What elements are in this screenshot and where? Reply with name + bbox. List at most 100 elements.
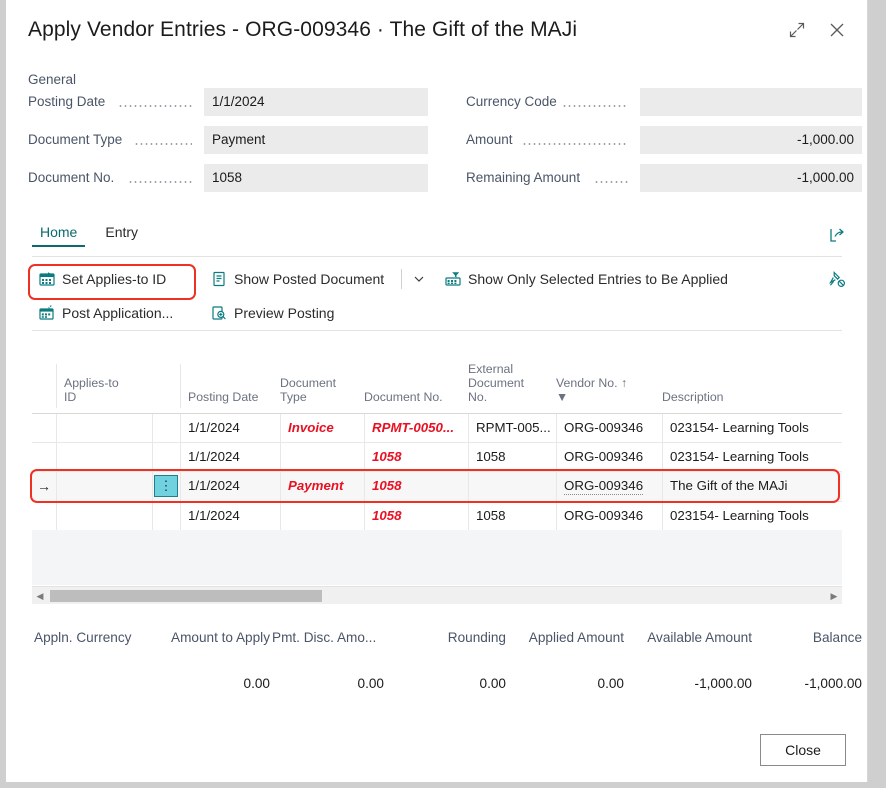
field-row-1: Posting Date 1/1/2024 Currency Code [6, 88, 867, 126]
unpin-icon[interactable] [824, 266, 850, 292]
cell-applies-to-id[interactable] [56, 472, 152, 500]
close-button[interactable]: Close [760, 734, 846, 766]
leader-dots [128, 181, 192, 183]
bottom-gutter [0, 782, 886, 788]
total-header-appln-currency: Appln. Currency [34, 630, 132, 645]
general-section-label: General [28, 72, 77, 87]
total-value-rounding: 0.00 [479, 676, 506, 691]
total-header-available-amount: Available Amount [647, 630, 752, 645]
total-value-appln-currency [34, 674, 154, 694]
cell-document-type[interactable]: Invoice [280, 414, 364, 442]
cell-posting-date[interactable]: 1/1/2024 [180, 472, 280, 500]
cell-vendor-no[interactable]: ORG-009346 [556, 414, 662, 442]
column-header-posting-date[interactable]: Posting Date [188, 390, 280, 404]
cell-external-document-no[interactable] [468, 472, 556, 500]
cell-posting-date[interactable]: 1/1/2024 [180, 502, 280, 530]
cell-document-type[interactable]: Payment [280, 472, 364, 500]
table-row[interactable]: 1/1/2024 1058 1058 ORG-009346 023154- Le… [32, 502, 842, 531]
chevron-down-icon[interactable] [406, 264, 432, 294]
cell-document-no[interactable]: 1058 [364, 443, 468, 471]
cell-applies-to-id[interactable] [56, 443, 152, 471]
share-icon[interactable] [824, 222, 850, 248]
filter-icon[interactable]: ▼ [556, 390, 568, 404]
cell-external-document-no[interactable]: 1058 [468, 443, 556, 471]
table-row-selected[interactable]: → ⋮ 1/1/2024 Payment 1058 ORG-009346 The… [32, 472, 842, 502]
cell-external-document-no[interactable]: RPMT-005... [468, 414, 556, 442]
cell-description[interactable]: 023154- Learning Tools [662, 414, 842, 442]
remaining-amount-label: Remaining Amount [466, 170, 581, 185]
total-value-balance: -1,000.00 [804, 676, 862, 691]
cell-vendor-no[interactable]: ORG-009346 [556, 502, 662, 530]
amount-input[interactable]: -1,000.00 [640, 126, 862, 154]
ribbon-divider-bottom [32, 330, 842, 331]
cell-document-no[interactable]: 1058 [364, 472, 468, 500]
scrollbar-thumb[interactable] [50, 590, 322, 602]
column-header-applies-to-id[interactable]: Applies-to ID [64, 376, 164, 404]
leader-dots [118, 105, 192, 107]
cell-applies-to-id[interactable] [56, 502, 152, 530]
cell-document-type[interactable] [280, 443, 364, 471]
apply-vendor-entries-dialog: Apply Vendor Entries - ORG-009346 · The … [6, 0, 868, 782]
table-row[interactable]: 1/1/2024 1058 1058 ORG-009346 023154- Le… [32, 443, 842, 472]
row-menu-dots-icon[interactable]: ⋮ [154, 475, 178, 497]
remaining-amount-input[interactable]: -1,000.00 [640, 164, 862, 192]
currency-code-input[interactable] [640, 88, 862, 116]
document-no-label-cell: Document No. [28, 164, 198, 192]
set-applies-to-id-button[interactable]: Set Applies-to ID [32, 264, 172, 294]
cell-description[interactable]: 023154- Learning Tools [662, 443, 842, 471]
dialog-footer: Close [6, 724, 867, 782]
ribbon: Home Entry Set Applies-to ID Show Posted… [6, 222, 867, 332]
preview-posting-icon [210, 305, 227, 322]
post-application-label: Post Application... [62, 305, 174, 321]
column-header-vendor-no[interactable]: Vendor No. ↑ ▼ [556, 376, 662, 404]
expand-diagonal-icon[interactable] [785, 18, 809, 42]
cell-vendor-no[interactable]: ORG-009346 [556, 472, 662, 500]
screen-root: Apply Vendor Entries - ORG-009346 · The … [0, 0, 886, 788]
cell-posting-date[interactable]: 1/1/2024 [180, 443, 280, 471]
cell-vendor-no[interactable]: ORG-009346 [556, 443, 662, 471]
total-header-applied-amount: Applied Amount [528, 630, 624, 645]
cell-posting-date[interactable]: 1/1/2024 [180, 414, 280, 442]
preview-posting-label: Preview Posting [234, 305, 335, 321]
show-only-selected-entries-label: Show Only Selected Entries to Be Applied [468, 271, 728, 287]
show-only-selected-entries-button[interactable]: Show Only Selected Entries to Be Applied [438, 264, 734, 294]
post-application-button[interactable]: Post Application... [32, 298, 179, 328]
tab-home[interactable]: Home [32, 222, 86, 247]
preview-posting-button[interactable]: Preview Posting [204, 298, 340, 328]
total-value-amount-to-apply: 0.00 [243, 676, 270, 691]
cell-description[interactable]: 023154- Learning Tools [662, 502, 842, 530]
column-header-document-no[interactable]: Document No. [364, 390, 474, 404]
amount-label: Amount [466, 132, 513, 147]
column-header-description[interactable]: Description [662, 390, 772, 404]
cell-external-document-no[interactable]: 1058 [468, 502, 556, 530]
column-header-document-type[interactable]: Document Type [280, 376, 364, 404]
cell-document-type[interactable] [280, 502, 364, 530]
calendar-applies-icon [38, 271, 55, 288]
grid-horizontal-scrollbar[interactable]: ◀ ▶ [32, 586, 842, 604]
show-posted-document-label: Show Posted Document [234, 271, 385, 287]
field-row-3: Document No. 1058 Remaining Amount -1,00… [6, 164, 867, 202]
posting-date-label: Posting Date [28, 94, 106, 109]
document-type-input[interactable]: Payment [204, 126, 428, 154]
total-value-applied-amount: 0.00 [597, 676, 624, 691]
column-header-external-document-no[interactable]: External Document No. [468, 362, 552, 404]
scroll-right-arrow[interactable]: ▶ [826, 587, 842, 605]
ribbon-command-row-1: Set Applies-to ID Show Posted Document S… [32, 264, 867, 298]
table-row[interactable]: 1/1/2024 Invoice RPMT-0050... RPMT-005..… [32, 414, 842, 443]
cell-document-no[interactable]: 1058 [364, 502, 468, 530]
show-posted-document-button[interactable]: Show Posted Document [204, 264, 390, 294]
document-type-label-cell: Document Type [28, 126, 198, 154]
tab-entry[interactable]: Entry [97, 222, 146, 245]
cell-document-no[interactable]: RPMT-0050... [364, 414, 468, 442]
document-no-input[interactable]: 1058 [204, 164, 428, 192]
cell-description[interactable]: The Gift of the MAJi [662, 472, 842, 500]
total-header-pmt-disc-amount: Pmt. Disc. Amo... [272, 630, 377, 645]
grid-empty-area [32, 530, 842, 585]
scroll-left-arrow[interactable]: ◀ [32, 587, 48, 605]
remaining-amount-label-cell: Remaining Amount [466, 164, 636, 192]
page-title: Apply Vendor Entries - ORG-009346 · The … [28, 18, 578, 41]
leader-dots [134, 143, 192, 145]
posting-date-input[interactable]: 1/1/2024 [204, 88, 428, 116]
close-icon[interactable] [825, 18, 849, 42]
cell-applies-to-id[interactable] [56, 414, 152, 442]
